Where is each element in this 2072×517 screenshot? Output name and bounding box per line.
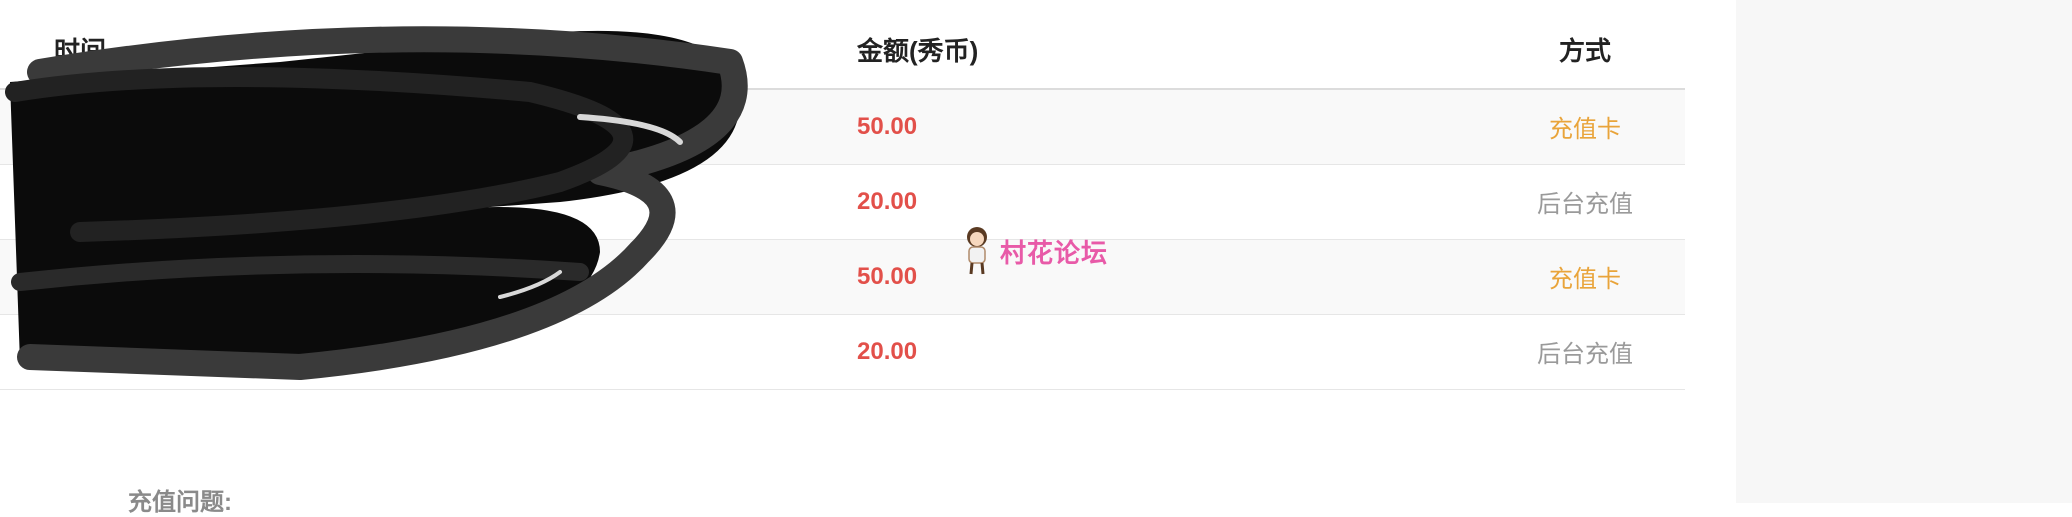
time-column-header: 时间	[0, 0, 856, 90]
method-cell: 后台充值	[1356, 164, 1685, 240]
girl-mascot-icon	[967, 227, 987, 275]
amount-column-header: 金额(秀币)	[856, 0, 1356, 90]
amount-cell: 20.00	[856, 314, 1356, 390]
table-row: 20.00 后台充值	[0, 314, 1685, 390]
forum-watermark: 村花论坛	[960, 226, 1108, 276]
time-cell	[0, 164, 856, 240]
time-cell	[0, 314, 856, 390]
time-cell	[0, 89, 856, 165]
watermark-text: 村花论坛	[1000, 237, 1109, 268]
table-row: 50.00 充值卡	[0, 239, 1685, 315]
right-side-panel	[1736, 0, 2072, 503]
method-cell: 后台充值	[1356, 314, 1685, 390]
main-content: 时间 金额(秀币) 方式 50.00 充值卡 20.00 后台充值 50.00 …	[0, 0, 1736, 516]
table-row: 50.00 充值卡	[0, 89, 1685, 165]
method-cell: 充值卡	[1356, 239, 1685, 315]
recharge-records-table: 时间 金额(秀币) 方式 50.00 充值卡 20.00 后台充值 50.00 …	[0, 0, 1685, 390]
recharge-faq-heading: 充值问题:	[128, 489, 232, 516]
method-cell: 充值卡	[1356, 89, 1685, 165]
method-column-header: 方式	[1356, 0, 1685, 90]
table-header-row: 时间 金额(秀币) 方式	[0, 0, 1685, 90]
time-cell	[0, 239, 856, 315]
table-row: 20.00 后台充值	[0, 164, 1685, 240]
amount-cell: 50.00	[856, 89, 1356, 165]
